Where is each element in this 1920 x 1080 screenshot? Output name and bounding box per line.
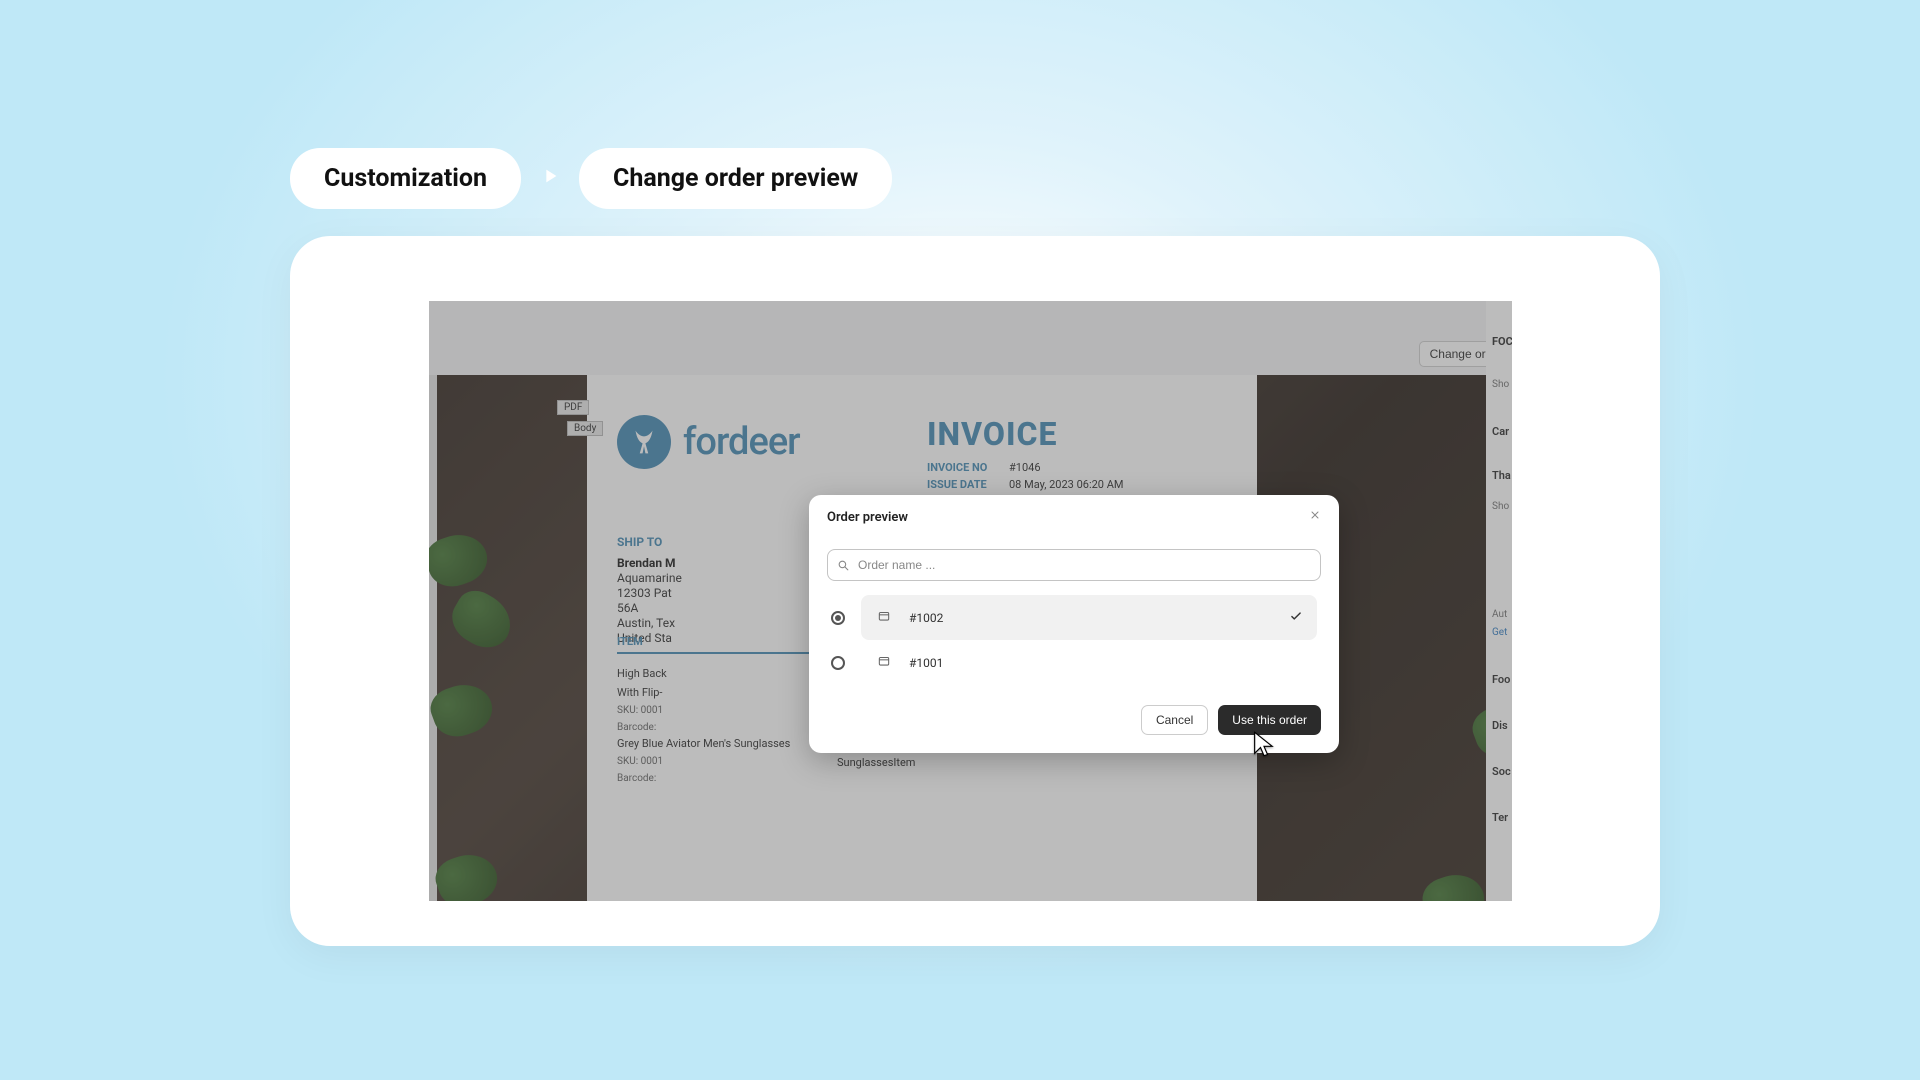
search-icon <box>837 557 850 576</box>
radio-selected-icon[interactable] <box>831 611 845 625</box>
order-id: #1001 <box>909 656 943 670</box>
order-id: #1002 <box>909 611 943 625</box>
order-option[interactable]: #1002 <box>827 595 1321 640</box>
breadcrumb-step-customization: Customization <box>290 148 521 209</box>
breadcrumb-step-change-order-preview: Change order preview <box>579 148 892 209</box>
radio-unselected-icon[interactable] <box>831 656 845 670</box>
order-icon <box>877 654 891 671</box>
play-icon <box>539 165 561 193</box>
use-this-order-button[interactable]: Use this order <box>1218 705 1321 735</box>
order-preview-modal: Order preview <box>809 495 1339 753</box>
screenshot-stage: Change order PDF Body fordeer INVOICE <box>429 301 1512 901</box>
check-icon <box>1289 609 1303 626</box>
modal-title: Order preview <box>827 510 908 525</box>
search-input[interactable] <box>827 549 1321 581</box>
breadcrumb: Customization Change order preview <box>290 148 892 209</box>
close-icon[interactable] <box>1309 509 1321 525</box>
search-field <box>827 549 1321 581</box>
content-card: Change order PDF Body fordeer INVOICE <box>290 236 1660 946</box>
order-icon <box>877 609 891 626</box>
cancel-button[interactable]: Cancel <box>1141 705 1208 735</box>
order-option[interactable]: #1001 <box>827 640 1321 685</box>
